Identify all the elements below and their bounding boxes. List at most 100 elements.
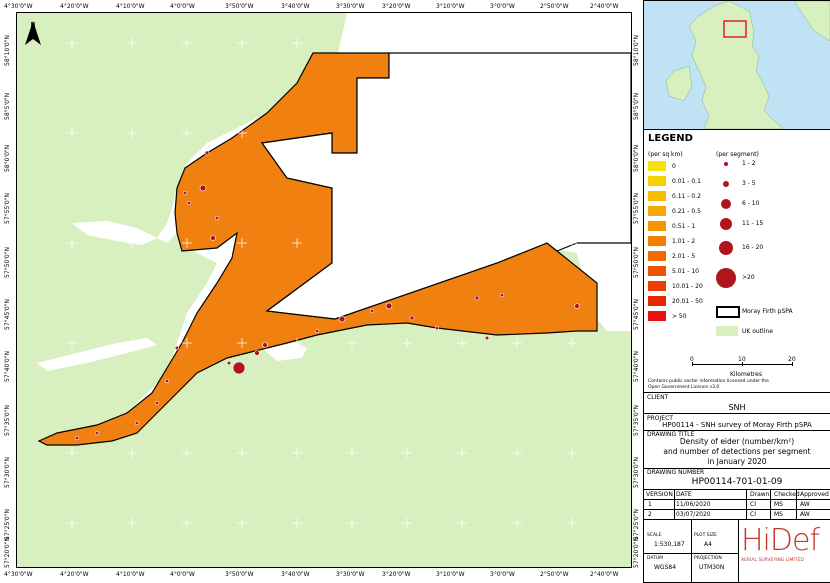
- detection-point: [226, 360, 232, 366]
- x-tick-label: 3°0'0"W: [490, 571, 515, 578]
- x-tick-label: 3°50'0"W: [225, 571, 254, 578]
- version-row: 2: [648, 511, 652, 518]
- y-tick-label: 57°45'0"N: [633, 299, 640, 330]
- map-canvas: [37, 13, 631, 528]
- inset-map: [643, 0, 830, 130]
- density-class-label: 0.01 - 0.1: [672, 178, 701, 185]
- density-class-label: 0.21 - 0.5: [672, 208, 701, 215]
- inset-land: [665, 65, 693, 102]
- x-tick-label: 3°40'0"W: [281, 3, 310, 10]
- detection-point: [232, 361, 246, 375]
- client-value: SNH: [728, 403, 746, 412]
- x-tick-label: 3°40'0"W: [281, 571, 310, 578]
- y-tick-label: 58°10'0"N: [633, 35, 640, 66]
- y-tick-label: 58°10'0"N: [4, 35, 11, 66]
- detection-point: [204, 150, 210, 156]
- x-tick-label: 4°20'0"W: [60, 3, 89, 10]
- x-tick-label: 4°30'0"W: [4, 571, 33, 578]
- segment-symbol: [720, 218, 732, 230]
- detection-point: [186, 200, 192, 206]
- detection-point: [210, 235, 216, 241]
- drawing-title-line: in January 2020: [707, 457, 767, 466]
- y-tick-label: 57°25'0"N: [4, 509, 11, 540]
- drawing-title-line: and number of detections per segment: [663, 447, 811, 456]
- credit-line: Open Government Licence v3.0: [648, 385, 720, 390]
- legend-panel: LEGEND (per sq km) (per segment) 0 0.01 -…: [643, 129, 830, 393]
- north-arrow-icon: N: [25, 21, 41, 55]
- x-tick-label: 4°20'0"W: [60, 571, 89, 578]
- scale-bar: 0 10 20: [690, 356, 800, 370]
- drawing-number-value: HP00114-701-01-09: [691, 477, 783, 487]
- y-tick-label: 57°35'0"N: [633, 405, 640, 436]
- density-class-label: 20.01 - 50: [672, 298, 703, 305]
- x-tick-label: 3°30'0"W: [336, 3, 365, 10]
- y-tick-label: 58°5'0"N: [633, 92, 640, 120]
- x-tick-label: 2°50'0"W: [540, 3, 569, 10]
- segment-header: (per segment): [716, 151, 759, 158]
- detection-point: [254, 350, 260, 356]
- detection-point: [499, 292, 505, 298]
- detection-point: [164, 378, 170, 384]
- x-tick-label: 2°40'0"W: [590, 3, 619, 10]
- inset-land: [793, 1, 830, 42]
- drawing-title-line: Density of eider (number/km²): [679, 437, 795, 446]
- density-swatch: [648, 191, 666, 201]
- hidef-logo: HiDef AERIAL SURVEYING LIMITED: [741, 523, 820, 563]
- x-tick-label: 3°10'0"W: [436, 3, 465, 10]
- detection-point: [338, 315, 346, 323]
- density-class-label: 10.01 - 20: [672, 283, 703, 290]
- loch-shape: [72, 221, 157, 245]
- detection-point: [214, 215, 220, 221]
- x-tick-label: 3°20'0"W: [382, 3, 411, 10]
- x-tick-label: 3°10'0"W: [436, 571, 465, 578]
- y-tick-label: 58°5'0"N: [4, 92, 11, 120]
- density-swatch: [648, 236, 666, 246]
- y-tick-label: 57°40'0"N: [4, 351, 11, 382]
- density-class-label: > 50: [672, 313, 687, 320]
- density-class-label: 0.11 - 0.2: [672, 193, 701, 200]
- credit-line: Contains public sector information licen…: [648, 379, 769, 384]
- y-tick-label: 57°55'0"N: [4, 193, 11, 224]
- detection-point: [262, 342, 268, 348]
- y-tick-label: 57°50'0"N: [633, 247, 640, 278]
- detection-point: [369, 308, 375, 314]
- density-swatch: [648, 296, 666, 306]
- drawing-number-label: DRAWING NUMBER: [647, 469, 705, 476]
- y-tick-label: 58°0'0"N: [4, 144, 11, 172]
- y-tick-label: 57°30'0"N: [633, 457, 640, 488]
- detection-point: [94, 430, 100, 436]
- x-tick-label: 4°10'0"W: [116, 3, 145, 10]
- segment-symbol: [716, 268, 736, 288]
- density-swatch: [648, 206, 666, 216]
- y-tick-label: 57°30'0"N: [4, 457, 11, 488]
- detection-point: [474, 295, 480, 301]
- boundary-label: Moray Firth pSPA: [742, 308, 793, 315]
- scale-unit: Kilometres: [730, 371, 762, 378]
- scale-value: 1:530,187: [654, 541, 685, 548]
- detection-point: [154, 400, 160, 406]
- y-tick-label: 57°35'0"N: [4, 405, 11, 436]
- datum-value: WGS84: [654, 564, 677, 571]
- loch-shape: [37, 338, 157, 371]
- density-class-label: 0.51 - 1: [672, 223, 696, 230]
- y-tick-label: 57°45'0"N: [4, 299, 11, 330]
- y-tick-label: 57°55'0"N: [633, 193, 640, 224]
- x-tick-label: 3°0'0"W: [490, 3, 515, 10]
- detection-point: [314, 328, 320, 334]
- detection-point: [574, 303, 580, 309]
- detection-point: [182, 190, 188, 196]
- uk-symbol: [716, 326, 738, 336]
- boundary-symbol: [716, 306, 740, 318]
- version-row: 1: [648, 501, 652, 508]
- x-tick-label: 4°10'0"W: [116, 571, 145, 578]
- density-swatch: [648, 251, 666, 261]
- map-frame[interactable]: N: [16, 12, 632, 568]
- y-tick-label: 57°20'0"N: [4, 537, 11, 568]
- y-tick-label: 57°20'0"N: [633, 537, 640, 568]
- density-class-label: 5.01 - 10: [672, 268, 699, 275]
- y-tick-label: 58°0'0"N: [633, 144, 640, 172]
- x-tick-label: 3°20'0"W: [382, 571, 411, 578]
- inset-land: [688, 1, 785, 129]
- x-tick-label: 3°50'0"W: [225, 3, 254, 10]
- segment-symbol: [719, 241, 733, 255]
